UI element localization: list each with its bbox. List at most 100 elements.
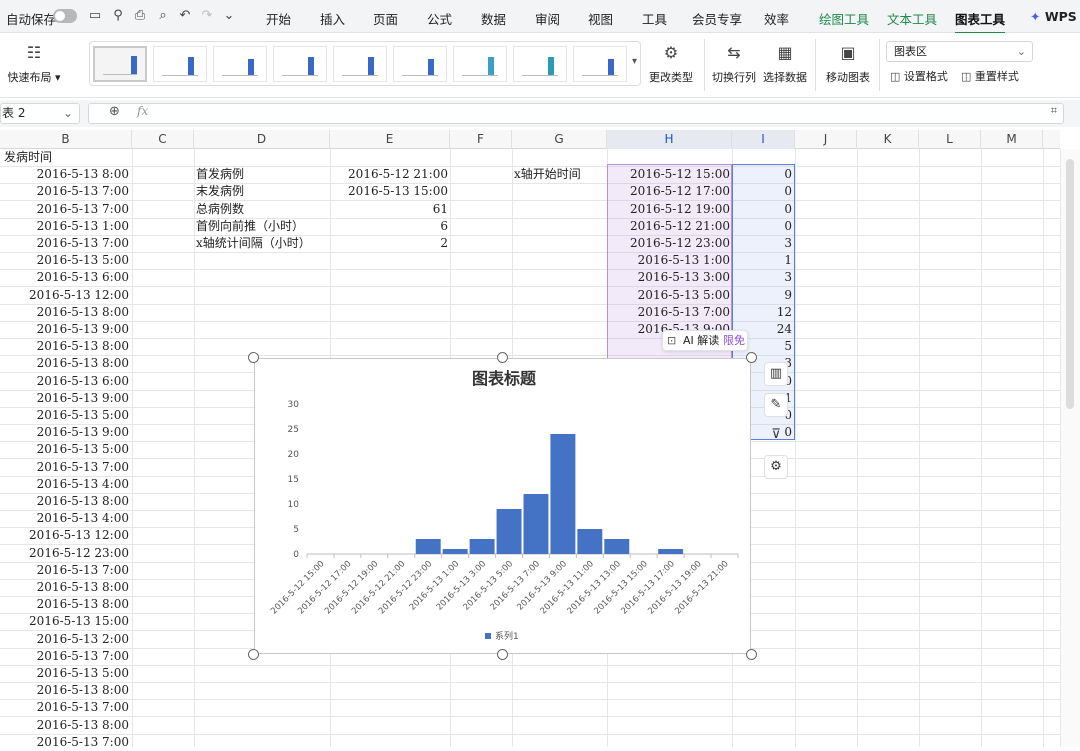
cell-b[interactable]: 2016-5-13 8:00	[0, 717, 129, 734]
cell-b[interactable]: 2016-5-13 1:00	[0, 218, 129, 235]
chart-elements-icon[interactable]: ▥	[764, 362, 788, 386]
cell-b[interactable]: 2016-5-13 7:00	[0, 201, 129, 218]
cell-h[interactable]: 2016-5-12 21:00	[607, 218, 730, 235]
cell-i[interactable]: 3	[732, 269, 792, 286]
chart-style-2[interactable]	[153, 46, 207, 82]
chart-style-brush-icon[interactable]: ✎	[764, 393, 788, 417]
cell-b[interactable]: 2016-5-13 7:00	[0, 562, 129, 579]
resize-handle[interactable]	[746, 352, 757, 363]
cell-b[interactable]: 2016-5-13 8:00	[0, 682, 129, 699]
cell-b[interactable]: 2016-5-13 8:00	[0, 304, 129, 321]
cell-b[interactable]: 2016-5-13 9:00	[0, 390, 129, 407]
fx-icon[interactable]: fx	[137, 104, 148, 118]
cell-b[interactable]: 2016-5-12 23:00	[0, 545, 129, 562]
cell-b[interactable]: 2016-5-13 8:00	[0, 338, 129, 355]
resize-handle[interactable]	[497, 352, 508, 363]
switch-rowcol-button[interactable]: ⇆ 切换行列	[711, 43, 757, 85]
tab-efficiency[interactable]: 效率	[764, 9, 789, 28]
column-header[interactable]: B	[0, 130, 132, 149]
cell-d-label[interactable]: 末发病例	[196, 183, 330, 200]
cell-b[interactable]: 2016-5-13 8:00	[0, 579, 129, 596]
cell-b[interactable]: 2016-5-13 5:00	[0, 665, 129, 682]
cell-h[interactable]: 2016-5-13 1:00	[607, 252, 730, 269]
chart-style-9[interactable]	[573, 46, 627, 82]
chart-element-select[interactable]: 图表区 ⌄	[886, 41, 1033, 62]
cell-b[interactable]: 2016-5-13 4:00	[0, 510, 129, 527]
cell-b[interactable]: 2016-5-13 6:00	[0, 373, 129, 390]
cell-b[interactable]: 2016-5-13 8:00	[0, 493, 129, 510]
cell-b[interactable]: 2016-5-13 8:00	[0, 355, 129, 372]
cell-d-label[interactable]: 总病例数	[196, 201, 330, 218]
cell-b[interactable]: 2016-5-13 7:00	[0, 734, 129, 751]
tab-tools[interactable]: 工具	[642, 9, 667, 28]
column-header[interactable]: I	[732, 130, 795, 149]
column-header[interactable]: L	[919, 130, 981, 149]
quick-layout-button[interactable]: ☷ 快速布局 ▾	[0, 43, 70, 85]
tab-page[interactable]: 页面	[373, 9, 398, 28]
chart-filter-icon[interactable]: ⊽	[764, 424, 788, 448]
print-preview-icon[interactable]: ⌕	[156, 9, 170, 23]
tab-text-tools[interactable]: 文本工具	[887, 9, 937, 28]
tab-formula[interactable]: 公式	[427, 9, 452, 28]
cell-i[interactable]: 0	[732, 218, 792, 235]
cell-b[interactable]: 2016-5-13 7:00	[0, 648, 129, 665]
cell-e-value[interactable]: 2016-5-13 15:00	[330, 183, 448, 200]
cell-b[interactable]: 2016-5-13 9:00	[0, 321, 129, 338]
cell-b[interactable]: 2016-5-13 12:00	[0, 527, 129, 544]
cell-h[interactable]: 2016-5-12 15:00	[607, 166, 730, 183]
cell-b[interactable]: 2016-5-13 5:00	[0, 441, 129, 458]
chevron-down-icon[interactable]: ⌄	[222, 9, 236, 23]
function-wizard-icon[interactable]: ⌗	[1051, 104, 1057, 118]
cell-b[interactable]: 2016-5-13 15:00	[0, 613, 129, 630]
chart-style-4[interactable]	[273, 46, 327, 82]
chart-style-8[interactable]	[513, 46, 567, 82]
chart-style-7[interactable]	[453, 46, 507, 82]
resize-handle[interactable]	[248, 649, 259, 660]
cell-b[interactable]: 2016-5-13 7:00	[0, 235, 129, 252]
print-icon[interactable]: ⎙	[133, 9, 147, 23]
cell-e-value[interactable]: 2016-5-12 21:00	[330, 166, 448, 183]
cell-b[interactable]: 2016-5-13 9:00	[0, 424, 129, 441]
tab-insert[interactable]: 插入	[320, 9, 345, 28]
cell-b[interactable]: 2016-5-13 7:00	[0, 183, 129, 200]
cell-b-header[interactable]: 发病时间	[4, 149, 132, 166]
set-format-button[interactable]: ◫ 设置格式	[890, 68, 948, 84]
cell-b[interactable]: 2016-5-13 8:00	[0, 166, 129, 183]
column-header[interactable]: E	[330, 130, 450, 149]
select-data-button[interactable]: ▦ 选择数据	[762, 43, 808, 85]
chart-title[interactable]: 图表标题	[472, 369, 537, 388]
link-icon[interactable]: ⚲	[111, 9, 125, 23]
cell-e-value[interactable]: 61	[330, 201, 448, 218]
cell-b[interactable]: 2016-5-13 5:00	[0, 407, 129, 424]
resize-handle[interactable]	[497, 649, 508, 660]
cell-b[interactable]: 2016-5-13 2:00	[0, 631, 129, 648]
reset-style-button[interactable]: ◫ 重置样式	[961, 68, 1019, 84]
column-header[interactable]: K	[857, 130, 919, 149]
column-header[interactable]: M	[981, 130, 1043, 149]
cell-b[interactable]: 2016-5-13 12:00	[0, 287, 129, 304]
name-box[interactable]: 表 2 ⌄	[0, 103, 80, 124]
column-header[interactable]: F	[450, 130, 512, 149]
chart-style-1[interactable]	[93, 46, 147, 82]
cell-h[interactable]: 2016-5-12 19:00	[607, 201, 730, 218]
chart-style-6[interactable]	[393, 46, 447, 82]
column-header[interactable]: J	[795, 130, 857, 149]
cell-e-value[interactable]: 6	[330, 218, 448, 235]
cell-i[interactable]: 12	[732, 304, 792, 321]
zoom-icon[interactable]: ⊕	[109, 104, 120, 119]
cell-b[interactable]: 2016-5-13 7:00	[0, 699, 129, 716]
chart-settings-icon[interactable]: ⚙	[764, 455, 788, 479]
cell-h[interactable]: 2016-5-13 7:00	[607, 304, 730, 321]
undo-icon[interactable]: ↶	[178, 9, 192, 23]
column-header[interactable]: H	[607, 130, 732, 149]
tab-drawing-tools[interactable]: 绘图工具	[819, 9, 869, 28]
scrollbar-thumb[interactable]	[1066, 159, 1074, 409]
tab-data[interactable]: 数据	[481, 9, 506, 28]
cell-b[interactable]: 2016-5-13 7:00	[0, 459, 129, 476]
cell-d-label[interactable]: x轴统计间隔（小时）	[196, 235, 330, 252]
cell-h[interactable]: 2016-5-13 3:00	[607, 269, 730, 286]
chart-style-5[interactable]	[333, 46, 387, 82]
cell-d-label[interactable]: 首例向前推（小时）	[196, 218, 330, 235]
cell-h[interactable]: 2016-5-13 5:00	[607, 287, 730, 304]
cell-h[interactable]: 2016-5-12 23:00	[607, 235, 730, 252]
